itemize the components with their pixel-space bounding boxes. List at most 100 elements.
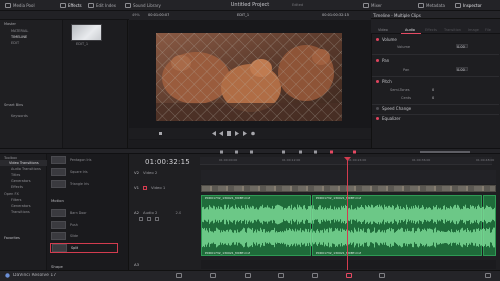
waveform-bar [288, 230, 289, 245]
tree-open-fx[interactable]: Open FX [4, 192, 19, 196]
clip-thumbnail[interactable] [71, 24, 102, 41]
waveform-bar [409, 230, 410, 245]
section-equalizer[interactable]: Equalizer [376, 116, 400, 121]
track-header-v2[interactable]: V2 Video 2 [134, 170, 199, 175]
loop-icon[interactable] [159, 132, 162, 135]
waveform-bar [237, 229, 238, 246]
tab-file[interactable]: File [485, 28, 491, 32]
waveform-bar [451, 207, 452, 222]
sound-library-button[interactable]: Sound Library [125, 2, 161, 9]
waveform-bar [268, 207, 269, 222]
waveform-bar [426, 231, 427, 244]
mixer-button[interactable]: Mixer [363, 2, 382, 9]
tree-favorites[interactable]: Favorites [4, 236, 20, 240]
track-name[interactable]: Audio 2 [143, 210, 157, 215]
tree-filters[interactable]: Filters [11, 198, 22, 202]
cents-value[interactable]: 0 [432, 96, 434, 100]
stop-icon[interactable] [227, 131, 231, 136]
effects-group-shape: Shape [51, 264, 63, 269]
bin-master[interactable]: Master [4, 22, 16, 26]
effect-thumbnail [51, 156, 66, 164]
edit-index-button[interactable]: Edit Index [88, 2, 116, 9]
tab-image[interactable]: Image [468, 28, 479, 32]
metadata-button[interactable]: Metadata [418, 2, 445, 9]
bin-list: Master MATERIAL TIMELINE EDIT Smart Bins… [0, 20, 63, 148]
deliver-page-icon[interactable] [379, 273, 385, 278]
waveform-bar [382, 230, 383, 245]
viewer-frame[interactable] [156, 33, 342, 121]
enable-dot-icon[interactable] [376, 38, 379, 41]
tree-video-transitions[interactable]: Video Transitions [9, 161, 39, 165]
tab-video[interactable]: Video [378, 28, 388, 32]
smart-bin-keywords[interactable]: Keywords [11, 114, 28, 118]
effect-split[interactable]: Split [50, 243, 118, 253]
bin-material[interactable]: MATERIAL [11, 29, 28, 33]
tree-generators[interactable]: Generators [11, 179, 31, 183]
effect-pentagon-iris[interactable]: Pentagon Iris [51, 155, 117, 165]
project-settings-icon[interactable] [485, 273, 491, 278]
tab-transition[interactable]: Transition [444, 28, 461, 32]
media-page-icon[interactable] [176, 273, 182, 278]
tree-titles[interactable]: Titles [11, 173, 20, 177]
reverse-play-icon[interactable] [219, 131, 223, 136]
tab-effects[interactable]: Effects [425, 28, 437, 32]
effect-barn-door[interactable]: Barn Door [51, 208, 117, 218]
enable-dot-icon[interactable] [376, 107, 379, 110]
solo-icon[interactable] [147, 217, 151, 221]
section-pitch[interactable]: Pitch [376, 79, 392, 84]
track-name[interactable]: Video 2 [143, 170, 157, 175]
mute-icon[interactable] [155, 217, 159, 221]
lock-icon[interactable] [139, 217, 143, 221]
edit-page-icon[interactable] [245, 273, 251, 278]
tree-effects[interactable]: Effects [11, 185, 23, 189]
section-volume[interactable]: Volume [376, 37, 397, 42]
loop-playback-icon[interactable] [251, 131, 255, 136]
waveform-bar [479, 230, 480, 245]
track-lane-v2[interactable] [201, 170, 496, 184]
track-header-a2[interactable]: A2 Audio 2 2.0 [134, 210, 199, 215]
bin-edit[interactable]: EDIT [11, 41, 19, 45]
video-clip[interactable] [201, 185, 496, 192]
tree-toolbox[interactable]: Toolbox [4, 156, 17, 160]
tree-ofx-generators[interactable]: Generators [11, 204, 31, 208]
viewer-zoom[interactable]: 49% [132, 13, 140, 17]
waveform-bar [343, 229, 344, 246]
jog-left-icon[interactable] [212, 131, 216, 136]
viewer-clip-name[interactable]: EDIT_1 [237, 13, 249, 17]
waveform-bar [319, 205, 320, 224]
section-pan[interactable]: Pan [376, 58, 389, 63]
waveform-bar [300, 206, 301, 223]
effect-square-iris[interactable]: Square Iris [51, 167, 117, 177]
track-name[interactable]: Video 1 [151, 185, 165, 190]
effect-triangle-iris[interactable]: Triangle Iris [51, 179, 117, 189]
fusion-page-icon[interactable] [278, 273, 284, 278]
color-page-icon[interactable] [312, 273, 318, 278]
waveform-bar [360, 228, 361, 247]
zoom-slider[interactable] [420, 151, 470, 153]
tab-audio[interactable]: Audio [405, 28, 415, 32]
media-pool-button[interactable]: Media Pool [5, 2, 35, 9]
track-header-v1[interactable]: V1 Video 1 [134, 185, 199, 190]
tree-audio-transitions[interactable]: Audio Transitions [11, 167, 41, 171]
play-icon[interactable] [235, 131, 239, 136]
effect-slide[interactable]: Slide [51, 231, 117, 241]
fairlight-page-icon[interactable] [346, 273, 352, 278]
track-lane-a3[interactable] [201, 260, 496, 269]
semitones-value[interactable]: 0 [432, 88, 434, 92]
section-speed-change[interactable]: Speed Change [376, 106, 411, 111]
enable-dot-icon[interactable] [376, 80, 379, 83]
effect-push[interactable]: Push [51, 220, 117, 230]
tree-transitions[interactable]: Transitions [11, 210, 30, 214]
track-lock-icon[interactable] [143, 185, 148, 190]
track-header-a3[interactable]: A3 [134, 262, 199, 267]
jog-right-icon[interactable] [243, 131, 247, 136]
bin-timeline[interactable]: TIMELINE [11, 35, 27, 39]
inspector-button[interactable]: Inspector [455, 2, 482, 9]
effect-thumbnail [51, 168, 66, 176]
cut-page-icon[interactable] [210, 273, 216, 278]
enable-dot-icon[interactable] [376, 59, 379, 62]
waveform-bar [386, 229, 387, 246]
enable-dot-icon[interactable] [376, 117, 379, 120]
effects-button[interactable]: Effects [60, 2, 82, 9]
playhead[interactable] [347, 157, 348, 270]
